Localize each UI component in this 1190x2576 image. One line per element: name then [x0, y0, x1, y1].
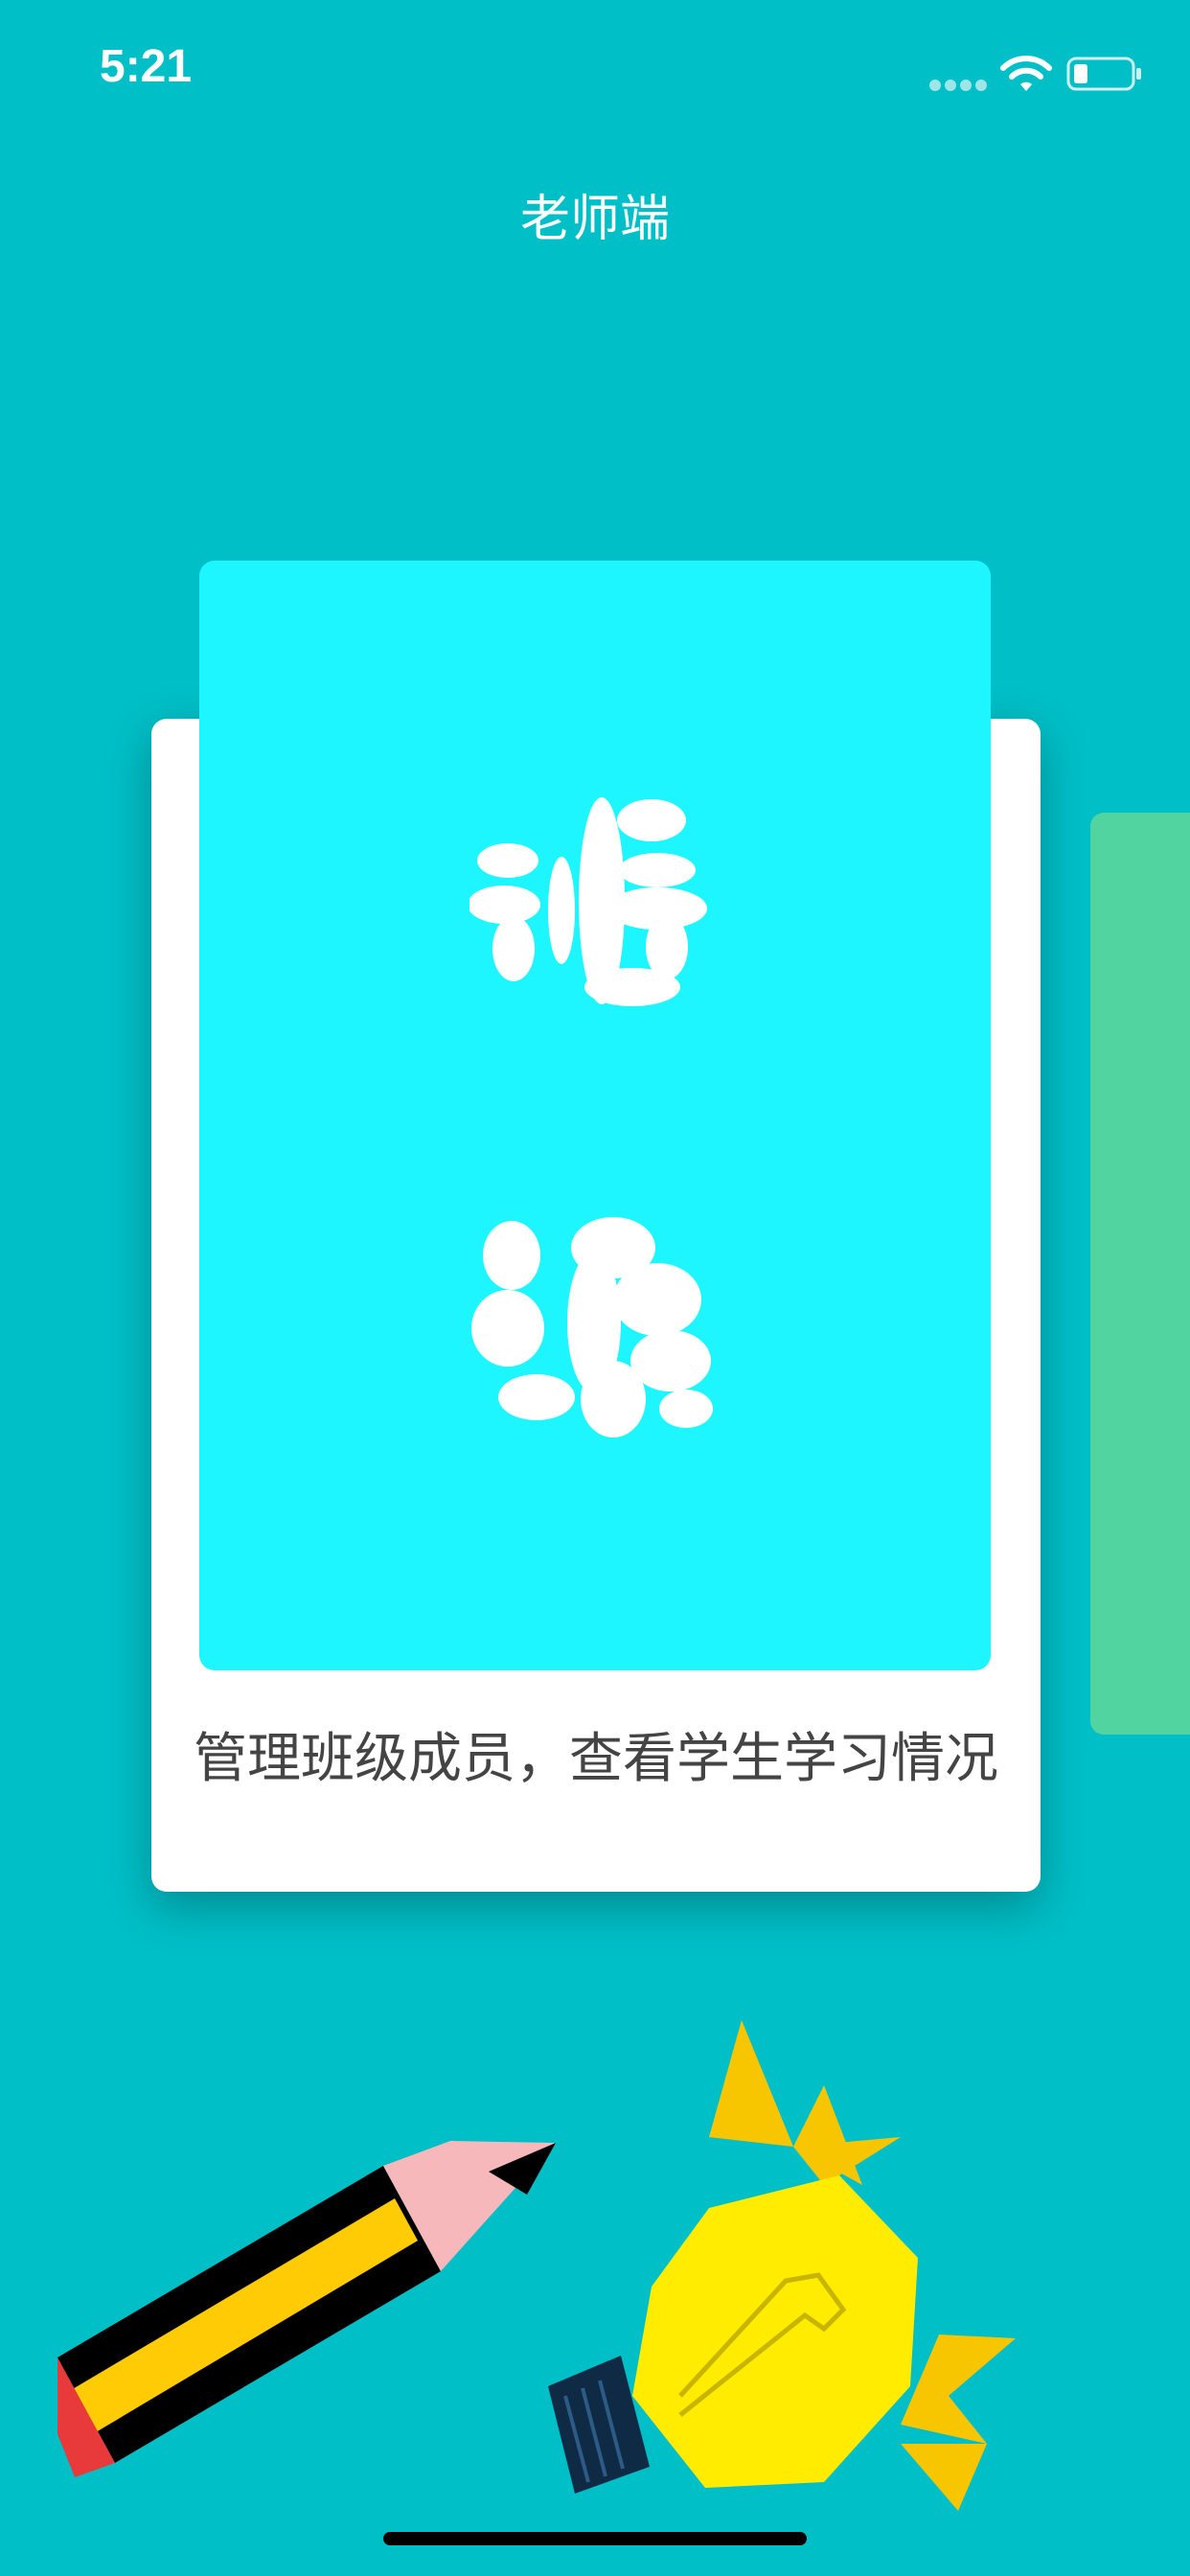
signal-icon	[929, 77, 991, 91]
cover-title-glyph-ban	[469, 797, 707, 1006]
next-role-card[interactable]	[1090, 813, 1190, 1735]
battery-icon	[1066, 57, 1141, 91]
role-description: 管理班级成员，查看学生学习情况	[194, 1728, 998, 1790]
page-title: 老师端	[519, 191, 670, 248]
cover-title-glyph-ji	[471, 1217, 713, 1438]
wifi-icon	[1000, 56, 1052, 91]
home-indicator[interactable]	[383, 2532, 807, 2545]
pencil-illustration	[57, 2141, 556, 2477]
role-card-cover[interactable]	[199, 561, 991, 1670]
lightbulb-illustration	[548, 2020, 1016, 2511]
status-time: 5:21	[100, 41, 193, 92]
status-bar: 5:21	[0, 0, 1190, 134]
